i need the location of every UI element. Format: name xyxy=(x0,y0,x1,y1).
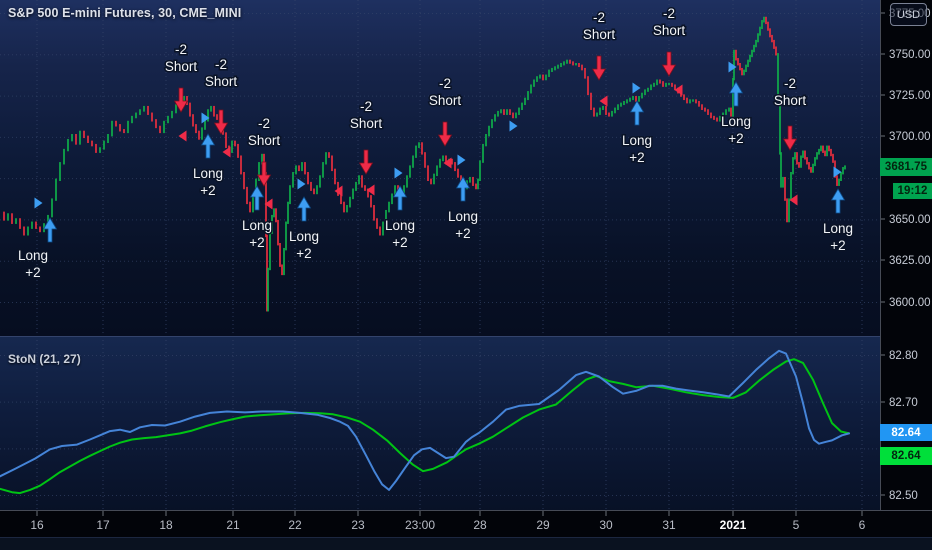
symbol-title: S&P 500 E-mini Futures, 30, CME_MINI xyxy=(8,6,242,20)
stoch-green-line xyxy=(0,358,850,495)
long-marker-label: Long xyxy=(193,166,223,181)
price-tick-label: 82.70 xyxy=(889,397,918,409)
short-marker-label: Short xyxy=(248,133,281,148)
buy-triangle-icon xyxy=(34,197,43,209)
time-tick-label: 23 xyxy=(351,518,365,532)
price-tick-label: 3650.00 xyxy=(889,214,931,226)
short-marker-label: -2 xyxy=(215,57,227,72)
short-arrow-icon xyxy=(437,121,453,147)
short-marker-label: -2 xyxy=(439,76,451,91)
stoch-blue-value-badge: 82.64 xyxy=(880,424,932,441)
short-marker-label: Short xyxy=(350,116,383,131)
short-marker-label: Short xyxy=(429,93,462,108)
short-marker-label: Short xyxy=(165,59,198,74)
buy-triangle-icon xyxy=(394,167,403,179)
time-tick-label: 18 xyxy=(159,518,173,532)
stoch-blue-line xyxy=(0,349,850,491)
time-tick-label: 21 xyxy=(226,518,240,532)
last-price-badge: 3681.75 xyxy=(880,158,932,176)
long-arrow-icon xyxy=(728,81,744,107)
long-arrow-icon xyxy=(830,188,846,214)
time-tick-label: 22 xyxy=(288,518,302,532)
long-marker-label: Long xyxy=(622,133,652,148)
long-marker-label: +2 xyxy=(728,131,743,146)
short-arrow-icon xyxy=(213,109,229,135)
price-tick-label: 3600.00 xyxy=(889,297,931,309)
short-arrow-icon xyxy=(358,149,374,175)
long-marker-label: +2 xyxy=(629,150,644,165)
buy-triangle-icon xyxy=(297,178,306,190)
time-tick-label: 28 xyxy=(473,518,487,532)
long-marker-label: Long xyxy=(18,248,48,263)
long-marker-label: +2 xyxy=(249,235,264,250)
trading-chart-window: -2 Short -2 Short -2 Short -2 Short -2 Short -2 Sho… xyxy=(0,0,932,550)
stoch-green-value-badge: 82.64 xyxy=(880,447,932,465)
long-marker-label: +2 xyxy=(455,226,470,241)
long-marker-label: +2 xyxy=(296,246,311,261)
sell-triangle-icon xyxy=(443,157,452,169)
time-tick-label: 17 xyxy=(96,518,110,532)
short-marker-label: Short xyxy=(205,74,238,89)
short-arrow-icon xyxy=(591,55,607,81)
short-marker-label: -2 xyxy=(593,10,605,25)
currency-button[interactable]: USD xyxy=(890,3,927,26)
price-tick-label: 3700.00 xyxy=(889,131,931,143)
sell-triangle-icon xyxy=(222,146,231,158)
price-tick-label: 3725.00 xyxy=(889,90,931,102)
long-marker-label: Long xyxy=(385,218,415,233)
short-marker-label: Short xyxy=(653,23,686,38)
long-arrow-icon xyxy=(42,217,58,243)
short-marker-label: -2 xyxy=(784,76,796,91)
long-marker-label: Long xyxy=(823,221,853,236)
long-marker-label: Long xyxy=(242,218,272,233)
time-tick-label: 29 xyxy=(536,518,550,532)
short-arrow-icon xyxy=(782,125,798,151)
time-tick-label: 23:00 xyxy=(405,518,435,532)
short-arrow-icon xyxy=(661,51,677,77)
short-marker-label: -2 xyxy=(175,42,187,57)
sell-triangle-icon xyxy=(178,130,187,142)
time-tick-label: 2021 xyxy=(720,518,747,532)
time-tick-label: 16 xyxy=(30,518,44,532)
short-marker-label: -2 xyxy=(360,99,372,114)
indicator-title: StoN (21, 27) xyxy=(8,352,81,366)
price-tick-label: 3625.00 xyxy=(889,255,931,267)
long-arrow-icon xyxy=(296,196,312,222)
chart-canvas[interactable]: -2 Short -2 Short -2 Short -2 Short -2 Short -2 Sho… xyxy=(0,0,932,550)
long-marker-label: Long xyxy=(448,209,478,224)
long-marker-label: Long xyxy=(721,114,751,129)
buy-triangle-icon xyxy=(728,61,737,73)
sell-triangle-icon xyxy=(599,95,608,107)
buy-triangle-icon xyxy=(509,120,518,132)
price-tick-label: 3750.00 xyxy=(889,49,931,61)
long-marker-label: Long xyxy=(289,229,319,244)
long-marker-label: +2 xyxy=(830,238,845,253)
long-marker-label: +2 xyxy=(25,265,40,280)
time-tick-label: 30 xyxy=(599,518,613,532)
long-marker-label: +2 xyxy=(392,235,407,250)
short-marker-label: Short xyxy=(774,93,807,108)
bar-countdown-badge: 19:12 xyxy=(893,183,932,199)
buy-triangle-icon xyxy=(457,154,466,166)
short-marker-label: -2 xyxy=(258,116,270,131)
time-tick-label: 5 xyxy=(793,518,800,532)
time-tick-label: 6 xyxy=(859,518,866,532)
long-marker-label: +2 xyxy=(200,183,215,198)
long-arrow-icon xyxy=(629,100,645,126)
short-marker-label: -2 xyxy=(663,6,675,21)
price-tick-label: 82.50 xyxy=(889,490,918,502)
time-tick-label: 31 xyxy=(662,518,676,532)
price-tick-label: 82.80 xyxy=(889,350,918,362)
buy-triangle-icon xyxy=(632,82,641,94)
short-marker-label: Short xyxy=(583,27,616,42)
